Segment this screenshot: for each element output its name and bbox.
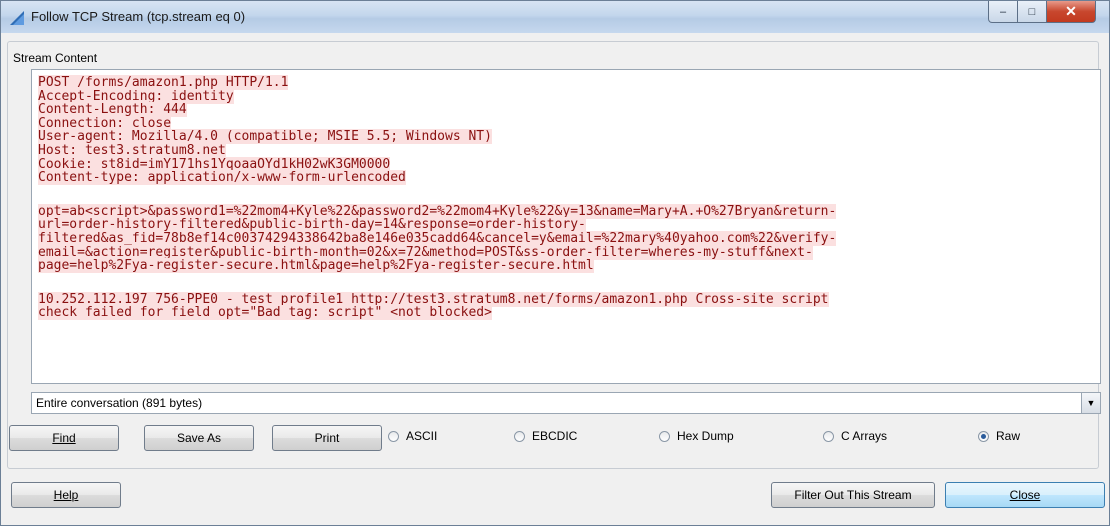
stream-line: POST /forms/amazon1.php HTTP/1.1 <box>38 75 289 90</box>
stream-line: check failed for field opt="Bad tag: scr… <box>38 305 492 321</box>
conversation-select[interactable]: Entire conversation (891 bytes) ▼ <box>31 392 1101 414</box>
stream-line: Content-type: application/x-www-form-url… <box>38 170 406 186</box>
filter-out-stream-button[interactable]: Filter Out This Stream <box>771 482 935 508</box>
close-window-button[interactable]: ✕ <box>1046 1 1096 23</box>
radio-c-arrays[interactable]: C Arrays <box>823 429 887 443</box>
stream-line: filtered&as_fid=78b8ef14c00374294338642b… <box>38 230 837 246</box>
find-button[interactable]: Find <box>9 425 119 451</box>
stream-content-label: Stream Content <box>11 51 100 65</box>
radio-hex-dump-label: Hex Dump <box>677 429 734 443</box>
radio-ascii-label: ASCII <box>406 429 438 443</box>
close-button[interactable]: Close <box>945 482 1105 508</box>
response-block: 10.252.112.197 756-PPE0 - test_profile1 … <box>32 287 1100 321</box>
help-button[interactable]: Help <box>11 482 121 508</box>
find-button-label: Find <box>52 431 76 445</box>
radio-dot <box>514 430 525 442</box>
close-button-label: Close <box>1009 488 1041 502</box>
radio-dot-selected <box>978 430 989 442</box>
radio-raw-label: Raw <box>996 429 1021 443</box>
radio-raw[interactable]: Raw <box>978 429 1020 443</box>
maximize-button[interactable]: □ <box>1017 1 1047 23</box>
help-button-label: Help <box>53 488 79 502</box>
stream-line: page=help%2Fya-register-secure.html&page… <box>38 258 594 274</box>
radio-ascii[interactable]: ASCII <box>388 429 437 443</box>
radio-ebcdic[interactable]: EBCDIC <box>514 429 577 443</box>
stream-line: Host: test3.stratum8.net <box>38 142 226 158</box>
print-button-label: Print <box>314 431 340 445</box>
request-headers-block: POST /forms/amazon1.php HTTP/1.1 Accept-… <box>32 70 1100 186</box>
radio-dot <box>388 430 399 442</box>
save-as-button-label: Save As <box>176 431 222 445</box>
wireshark-fin-icon <box>10 11 24 25</box>
radio-c-arrays-label: C Arrays <box>841 429 888 443</box>
radio-hex-dump[interactable]: Hex Dump <box>659 429 734 443</box>
print-button[interactable]: Print <box>272 425 382 451</box>
follow-tcp-stream-window: Follow TCP Stream (tcp.stream eq 0) – □ … <box>0 0 1110 526</box>
window-title: Follow TCP Stream (tcp.stream eq 0) <box>31 9 246 24</box>
radio-dot <box>823 430 834 442</box>
conversation-select-value: Entire conversation (891 bytes) <box>36 396 203 410</box>
chevron-down-icon[interactable]: ▼ <box>1081 393 1100 413</box>
minimize-button[interactable]: – <box>988 1 1018 23</box>
stream-line: Content-Length: 444 <box>38 102 187 118</box>
save-as-button[interactable]: Save As <box>144 425 254 451</box>
stream-content-textarea[interactable]: POST /forms/amazon1.php HTTP/1.1 Accept-… <box>31 69 1101 384</box>
filter-out-stream-button-label: Filter Out This Stream <box>794 488 912 502</box>
title-bar[interactable]: Follow TCP Stream (tcp.stream eq 0) – □ … <box>1 1 1109 33</box>
radio-dot <box>659 430 670 442</box>
request-body-block: opt=ab<script>&password1=%22mom4+Kyle%22… <box>32 199 1100 274</box>
radio-ebcdic-label: EBCDIC <box>532 429 578 443</box>
